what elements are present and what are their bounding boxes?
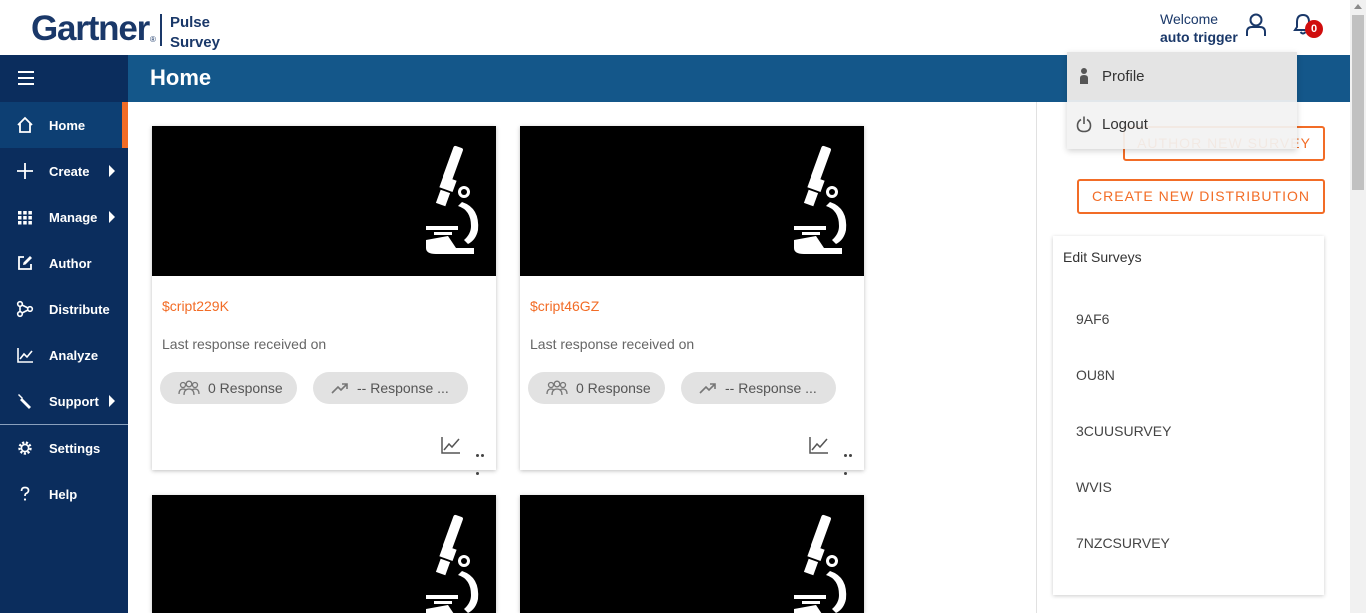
plus-icon xyxy=(17,163,33,179)
product-name: Pulse Survey xyxy=(169,14,220,51)
chart-icon xyxy=(17,348,33,363)
sidebar-item-label: Create xyxy=(49,163,90,179)
card-banner xyxy=(520,495,864,613)
survey-card[interactable]: $cript229K Last response received on 0 R… xyxy=(152,126,496,475)
survey-link[interactable]: 9AF6 xyxy=(1076,311,1109,327)
sidebar-item-label: Support xyxy=(49,393,99,409)
response-count-label: 0 Response xyxy=(576,380,651,396)
response-trend-chip[interactable]: -- Response ... xyxy=(681,372,836,404)
top-header: Gartner ® Pulse Survey Welcome auto trig… xyxy=(0,0,1350,55)
sidebar-item-manage[interactable]: Manage xyxy=(0,194,128,240)
brand-separator xyxy=(159,14,162,46)
brand-logo[interactable]: Gartner ® Pulse Survey xyxy=(31,9,220,51)
sidebar-item-label: Settings xyxy=(49,440,101,456)
caret-right-icon xyxy=(109,395,115,407)
trending-up-icon xyxy=(699,383,716,394)
share-icon xyxy=(16,300,34,318)
response-count-chip[interactable]: 0 Response xyxy=(528,372,665,404)
more-options-icon[interactable] xyxy=(476,444,490,475)
more-options-icon[interactable] xyxy=(844,444,858,475)
sidebar-item-label: Distribute xyxy=(49,301,110,317)
welcome-block: Welcome auto trigger xyxy=(1160,10,1238,46)
sidebar-item-settings[interactable]: Settings xyxy=(0,425,128,471)
page-title: Home xyxy=(150,65,212,90)
survey-link[interactable]: WVIS xyxy=(1076,479,1112,495)
trending-up-icon xyxy=(331,383,348,394)
edit-icon xyxy=(18,256,32,270)
user-menu-dropdown: Profile Logout xyxy=(1067,52,1297,149)
response-trend-label: -- Response ... xyxy=(725,380,817,396)
brand-wordmark: Gartner xyxy=(31,9,150,48)
sidebar-nav: Home Create Manage Author Distribute Ana… xyxy=(0,102,128,517)
gear-icon xyxy=(18,441,32,455)
sidebar-item-support[interactable]: Support xyxy=(0,378,128,424)
edit-surveys-title: Edit Surveys xyxy=(1063,249,1142,265)
card-banner xyxy=(152,126,496,276)
scroll-up-arrow-icon[interactable] xyxy=(1354,4,1362,9)
menu-item-label: Profile xyxy=(1102,67,1145,85)
notifications-button[interactable]: 0 xyxy=(1292,12,1324,40)
page-scrollbar[interactable] xyxy=(1350,0,1366,613)
microscope-icon xyxy=(794,145,847,254)
registered-mark: ® xyxy=(150,35,156,44)
sidebar-item-distribute[interactable]: Distribute xyxy=(0,286,128,332)
survey-card[interactable] xyxy=(520,495,864,613)
menu-icon[interactable] xyxy=(18,71,34,85)
survey-title[interactable]: $cript46GZ xyxy=(530,298,599,314)
content-divider xyxy=(1036,102,1037,613)
sidebar-item-label: Home xyxy=(49,117,86,133)
caret-right-icon xyxy=(109,211,115,223)
user-icon[interactable] xyxy=(1244,12,1268,38)
microscope-icon xyxy=(426,514,479,613)
response-count-label: 0 Response xyxy=(208,380,283,396)
power-icon xyxy=(1076,116,1092,133)
menu-item-logout[interactable]: Logout xyxy=(1067,100,1297,148)
people-icon xyxy=(546,380,568,396)
card-banner xyxy=(520,126,864,276)
sidebar-item-home[interactable]: Home xyxy=(0,102,128,148)
sidebar-item-author[interactable]: Author xyxy=(0,240,128,286)
edit-surveys-panel: Edit Surveys 9AF6 OU8N 3CUUSURVEY WVIS 7… xyxy=(1053,236,1324,595)
menu-item-profile[interactable]: Profile xyxy=(1067,52,1297,100)
survey-link[interactable]: 3CUUSURVEY xyxy=(1076,423,1171,439)
survey-title[interactable]: $cript229K xyxy=(162,298,229,314)
sidebar-item-label: Analyze xyxy=(49,347,99,363)
scrollbar-thumb[interactable] xyxy=(1352,15,1364,190)
response-trend-chip[interactable]: -- Response ... xyxy=(313,372,468,404)
question-icon xyxy=(20,486,30,501)
wrench-icon xyxy=(18,394,31,409)
sidebar-item-label: Author xyxy=(49,255,92,271)
response-trend-label: -- Response ... xyxy=(357,380,449,396)
last-response-label: Last response received on xyxy=(162,336,327,352)
menu-item-label: Logout xyxy=(1102,115,1148,133)
microscope-icon xyxy=(426,145,479,254)
sidebar-item-analyze[interactable]: Analyze xyxy=(0,332,128,378)
sidebar: Home Create Manage Author Distribute Ana… xyxy=(0,55,128,613)
analytics-icon[interactable] xyxy=(809,436,829,454)
people-icon xyxy=(178,380,200,396)
sidebar-item-label: Manage xyxy=(49,209,98,225)
person-icon xyxy=(1080,68,1088,84)
survey-link[interactable]: OU8N xyxy=(1076,367,1115,383)
welcome-label: Welcome xyxy=(1160,11,1219,27)
card-banner xyxy=(152,495,496,613)
sidebar-item-help[interactable]: Help xyxy=(0,471,128,517)
notification-badge: 0 xyxy=(1305,20,1323,38)
sidebar-item-create[interactable]: Create xyxy=(0,148,128,194)
last-response-label: Last response received on xyxy=(530,336,695,352)
home-icon xyxy=(17,116,33,133)
response-count-chip[interactable]: 0 Response xyxy=(160,372,297,404)
survey-card[interactable] xyxy=(152,495,496,613)
sidebar-item-label: Help xyxy=(49,486,78,502)
analytics-icon[interactable] xyxy=(441,436,461,454)
caret-right-icon xyxy=(109,165,115,177)
grid-icon xyxy=(18,211,32,225)
create-new-distribution-button[interactable]: CREATE NEW DISTRIBUTION xyxy=(1077,179,1325,214)
survey-link[interactable]: 7NZCSURVEY xyxy=(1076,535,1170,551)
user-name: auto trigger xyxy=(1160,29,1238,45)
microscope-icon xyxy=(794,514,847,613)
survey-card[interactable]: $cript46GZ Last response received on 0 R… xyxy=(520,126,864,475)
